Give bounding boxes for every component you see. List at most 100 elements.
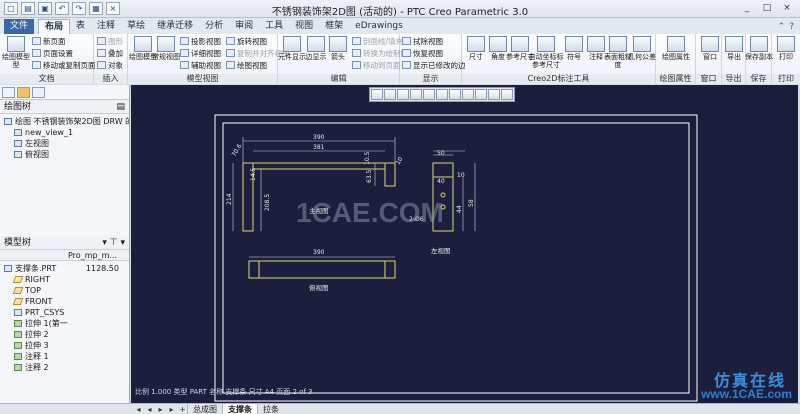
graphics-icon [97, 37, 106, 45]
add-sheet-icon[interactable]: + [178, 405, 187, 414]
properties-icon [667, 36, 685, 52]
last-sheet-icon[interactable]: ▸ [167, 405, 176, 414]
tab-review[interactable]: 审阅 [229, 19, 259, 34]
model-tree-item[interactable]: 拉伸 2 [0, 329, 129, 340]
next-sheet-icon[interactable]: ▸ [156, 405, 165, 414]
resume-view-button[interactable]: 恢复视图 [402, 48, 443, 59]
projection-view-button[interactable]: 投影视图 [180, 36, 221, 47]
spin-center-icon[interactable] [462, 89, 474, 100]
general-view-button[interactable]: 常规视图 [152, 36, 180, 61]
geometric-tolerance-button[interactable]: 几何公差 [628, 36, 656, 61]
sheet-tab-pull-bar[interactable]: 拉条 [257, 403, 284, 414]
folder-tab-icon[interactable] [17, 87, 30, 98]
tab-layout[interactable]: 布局 [38, 19, 71, 34]
dim-14-5: 14.5 [250, 167, 257, 181]
detail-view-button[interactable]: 详细视图 [180, 48, 221, 59]
arrow-button[interactable]: 箭头 [324, 36, 352, 61]
model-tree-item[interactable]: 注释 1 [0, 351, 129, 362]
save-copy-button[interactable]: 保存副本 [745, 36, 773, 61]
reference-dimension-icon [511, 36, 529, 52]
first-sheet-icon[interactable]: ◂ [134, 405, 143, 414]
column-header-mp-mass[interactable]: Pro_mp_m... [64, 250, 117, 260]
annotation-display-icon[interactable] [449, 89, 461, 100]
print-button[interactable]: 打印 [772, 36, 800, 61]
revolved-view-button[interactable]: 旋转视图 [226, 36, 267, 47]
maximize-button[interactable]: □ [758, 2, 776, 15]
export-icon [725, 36, 743, 52]
drawing-properties-button[interactable]: 绘图属性 [662, 36, 690, 61]
datum-display-icon[interactable] [436, 89, 448, 100]
drawing-canvas[interactable]: 390 381 70.6 14.5 214 208.5 63.5 10 10.5… [131, 85, 798, 403]
drawing-model-icon [7, 36, 25, 52]
show-modified-edges-button[interactable]: 显示已修改的边 [402, 60, 466, 71]
auxiliary-view-button[interactable]: 辅助视图 [180, 60, 221, 71]
filter-icon[interactable] [475, 89, 487, 100]
model-tree-item[interactable]: PRT_CSYS [0, 307, 129, 318]
hatch-fill-button[interactable]: 剖面线/填充 [352, 36, 403, 47]
drawing-tree-settings-icon[interactable]: ▤ [116, 100, 125, 114]
tab-frame[interactable]: 框架 [319, 19, 349, 34]
repaint-icon[interactable] [410, 89, 422, 100]
prev-sheet-icon[interactable]: ◂ [145, 405, 154, 414]
view-icon [14, 140, 22, 147]
model-tree-item[interactable]: 拉伸 3 [0, 340, 129, 351]
navigator-tabs [0, 85, 129, 100]
auxiliary-icon [180, 61, 189, 69]
view-icon [14, 129, 22, 136]
group-model-views: 绘图模型 常规视图 投影视图 详细视图 辅助视图 旋转视图 复制并对齐视图 绘图… [128, 34, 290, 84]
tree-item-drawing[interactable]: 绘图 不锈钢装饰架2D图 DRW 的绘 [0, 116, 129, 127]
model-tree-item[interactable]: 拉伸 1(第一 [0, 318, 129, 329]
sheet-tab-support-bar[interactable]: 支撑条 [222, 403, 257, 414]
overlay-button[interactable]: 叠加 [97, 48, 123, 59]
tab-annotate[interactable]: 注释 [91, 19, 121, 34]
tree-item-new-view[interactable]: new_view_1 [0, 127, 129, 138]
model-tree-item[interactable]: TOP [0, 285, 129, 296]
drawing-model-button[interactable]: 绘图模型 型 [2, 36, 30, 69]
move-to-page-button[interactable]: 移动到页面 [352, 60, 401, 71]
sheet-navigation: ◂ ◂ ▸ ▸ + [0, 405, 187, 414]
tree-item-top-view[interactable]: 俯视图 [0, 149, 129, 160]
erase-view-button[interactable]: 拭除视图 [402, 36, 443, 47]
model-tree-item[interactable]: 注释 2 [0, 362, 129, 373]
model-tree-item[interactable]: RIGHT [0, 274, 129, 285]
dim-50: 50 [437, 150, 445, 157]
display-style-icon[interactable] [423, 89, 435, 100]
zoom-out-icon[interactable] [397, 89, 409, 100]
move-copy-page-button[interactable]: 移动或复制页面 [32, 60, 96, 71]
tab-file[interactable]: 文件 [4, 19, 35, 34]
sheet-tab-assembly[interactable]: 总成图 [187, 403, 222, 414]
watermark-text: 1CAE.COM [296, 197, 444, 228]
minimize-button[interactable]: _ [738, 2, 756, 15]
close-button[interactable]: × [778, 2, 796, 15]
extrude-icon [14, 342, 22, 349]
note-icon [14, 353, 22, 360]
auto-ordinate-button[interactable]: 自动坐标标参考尺寸 [528, 36, 564, 69]
tab-tools[interactable]: 工具 [259, 19, 289, 34]
favorites-tab-icon[interactable] [32, 87, 45, 98]
help-icon[interactable]: ? [789, 22, 794, 32]
model-tree-item[interactable]: 支撑条.PRT 1128.50 [0, 263, 129, 274]
tab-table[interactable]: 表 [70, 19, 91, 34]
model-tree-settings-icon[interactable]: ▾ ⊤ ▾ [102, 236, 125, 250]
minimize-ribbon-icon[interactable]: ⌃ [778, 22, 786, 32]
tab-analysis[interactable]: 分析 [199, 19, 229, 34]
tab-edrawings[interactable]: eDrawings [349, 19, 409, 34]
tab-sketch[interactable]: 草绘 [121, 19, 151, 34]
tree-tab-icon[interactable] [2, 87, 15, 98]
view-manager-icon[interactable] [488, 89, 500, 100]
refit-icon[interactable] [371, 89, 383, 100]
group-label-edit: 编辑 [278, 74, 399, 84]
object-button[interactable]: 对象 [97, 60, 123, 71]
tree-item-left-view[interactable]: 左视图 [0, 138, 129, 149]
model-tree-item[interactable]: FRONT [0, 296, 129, 307]
page-setup-button[interactable]: 页面设置 [32, 48, 73, 59]
export-button[interactable]: 导出 [720, 36, 748, 61]
tab-view[interactable]: 视图 [289, 19, 319, 34]
drawing-view-button[interactable]: 绘图视图 [226, 60, 267, 71]
settings-icon[interactable] [501, 89, 513, 100]
tab-legacy-migration[interactable]: 继承迁移 [151, 19, 199, 34]
new-page-button[interactable]: 新页面 [32, 36, 66, 47]
group-label-model-views: 模型视图 [128, 74, 277, 84]
zoom-in-icon[interactable] [384, 89, 396, 100]
graphics-button[interactable]: 图形 [97, 36, 123, 47]
